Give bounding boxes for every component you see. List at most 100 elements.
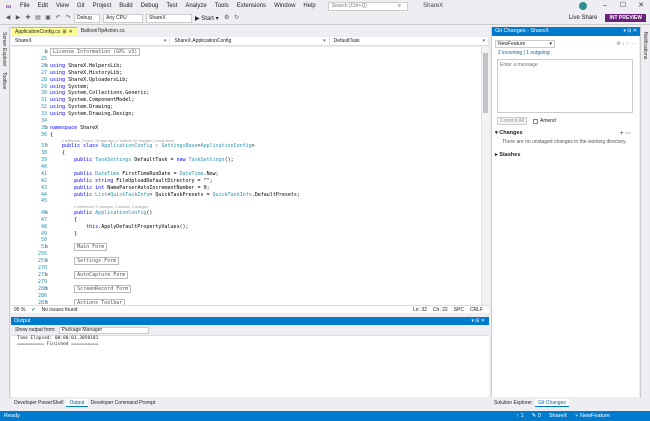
menu-item-project[interactable]: Project: [89, 0, 116, 12]
line-number: 286: [37, 292, 47, 299]
output-text[interactable]: Time Elapsed: 00:00:01.3050181 =========…: [11, 335, 489, 397]
code-line: using System.Collections.Generic;: [50, 90, 150, 97]
branch-indicator[interactable]: ⑂ NewFeature: [575, 413, 610, 419]
collapse-icon[interactable]: ⊟: [45, 125, 48, 131]
collapsed-region[interactable]: License Information (GPL v3): [50, 48, 141, 56]
open-icon[interactable]: ▤: [34, 14, 42, 22]
startup-project-select[interactable]: ShareX: [146, 13, 192, 23]
git-changes-panel: Git Changes - ShareX ▾ ⊟ ✕ NewFeature ▾ ⟳…: [491, 27, 640, 397]
menu-item-tools[interactable]: Tools: [211, 0, 233, 12]
line-number: 270: [37, 265, 47, 271]
line-number: 38: [40, 150, 47, 157]
outgoing-commits-indicator[interactable]: ↑ 1: [516, 413, 523, 419]
menu-item-view[interactable]: View: [52, 0, 73, 12]
platform-select[interactable]: Any CPU: [103, 13, 143, 23]
menu-item-git[interactable]: Git: [73, 0, 89, 12]
vertical-scrollbar[interactable]: [481, 47, 489, 305]
expand-icon[interactable]: ⊞: [45, 286, 48, 292]
collapsed-region[interactable]: Main Form: [50, 243, 108, 252]
collapsed-region[interactable]: AutoCapture Form: [50, 270, 129, 279]
bottom-tool-tabs: Developer PowerShell Output Developer Co…: [11, 399, 489, 407]
pin-icon[interactable]: ⊞: [62, 28, 66, 37]
code-line: public int NameParserAutoIncrementNumber…: [74, 184, 210, 191]
stage-all-icon[interactable]: + ⋯: [620, 130, 631, 137]
tab-balloon-tip-action[interactable]: BalloonTipAction.cs: [77, 27, 129, 36]
code-editor[interactable]: 1 ⊞ 25 26 ⊟ 27 28 29 30 31 32 33 34 35 ⊟ 36 37 ⊟ 38 39 40 41 4…: [11, 47, 489, 305]
forward-icon[interactable]: ▶: [14, 14, 22, 22]
commit-all-button[interactable]: Commit All: [497, 117, 527, 125]
menu-item-file[interactable]: File: [16, 0, 34, 12]
amend-checkbox[interactable]: [533, 118, 538, 124]
collapse-icon[interactable]: ⊟: [45, 210, 48, 216]
debug-icon[interactable]: ⚙: [223, 14, 231, 22]
undo-icon[interactable]: ↶: [54, 14, 62, 22]
member-nav-select[interactable]: DefaultTask ▾: [330, 37, 489, 45]
tab-developer-powershell[interactable]: Developer PowerShell: [11, 399, 66, 407]
collapse-icon[interactable]: ⊟: [45, 63, 48, 69]
changes-section-header[interactable]: ▾ Changes: [495, 130, 523, 136]
line-number: 30: [40, 90, 47, 97]
toolbar: ◀ ▶ ✚ ▤ ▣ ↶ ↷ Debug Any CPU ShareX ▶ Sta…: [0, 12, 650, 25]
notifications-tab[interactable]: Notifications: [642, 32, 648, 59]
tab-application-config[interactable]: ApplicationConfig.cs ⊞ ✕: [11, 27, 77, 36]
pending-changes-indicator[interactable]: ✎ 0: [532, 413, 541, 419]
hot-reload-icon[interactable]: ↻: [233, 14, 241, 22]
toolbox-tab[interactable]: Toolbox: [1, 72, 7, 89]
line-number: 36: [40, 131, 47, 138]
expand-icon[interactable]: ⊞: [45, 49, 48, 55]
redo-icon[interactable]: ↷: [64, 14, 72, 22]
new-item-icon[interactable]: ✚: [24, 14, 32, 22]
codelens-info[interactable]: 1 reference | Tryxon, 76 days ago | 2 au…: [62, 139, 174, 143]
menu-item-debug[interactable]: Debug: [137, 0, 163, 12]
incoming-outgoing-link[interactable]: 2 incoming | 1 outgoing: [498, 50, 550, 56]
menu-item-help[interactable]: Help: [299, 0, 319, 12]
expand-icon[interactable]: ⊞: [45, 272, 48, 278]
git-actions-icons[interactable]: ⟳ ↓ ↑ ⋯: [617, 41, 635, 47]
live-share-button[interactable]: Live Share: [569, 15, 598, 21]
menu-item-edit[interactable]: Edit: [34, 0, 52, 12]
code-line: this.ApplyDefaultPropertyValues();: [86, 223, 189, 230]
minimize-icon[interactable]: –: [596, 0, 614, 12]
pane-controls-icon[interactable]: ▾ ⊟ ✕: [623, 27, 637, 36]
line-number: 42: [40, 177, 47, 184]
search-input[interactable]: Search (Ctrl+Q): [327, 1, 408, 11]
close-icon[interactable]: ✕: [632, 0, 650, 12]
configuration-select[interactable]: Debug: [74, 13, 100, 23]
menu-item-extensions[interactable]: Extensions: [233, 0, 270, 12]
tab-output[interactable]: Output: [66, 399, 88, 407]
close-tab-icon[interactable]: ✕: [69, 28, 73, 37]
output-source-select[interactable]: Package Manager: [58, 326, 149, 334]
tab-git-changes[interactable]: Git Changes: [535, 399, 569, 407]
server-explorer-tab[interactable]: Server Explorer: [1, 32, 7, 67]
start-button[interactable]: ▶ Start ▾: [195, 15, 219, 22]
menu-item-build[interactable]: Build: [115, 0, 136, 12]
menu-item-test[interactable]: Test: [162, 0, 181, 12]
collapsed-region[interactable]: Settings Form: [50, 257, 120, 266]
zoom-level[interactable]: 95 %: [14, 307, 25, 313]
stashes-section-header[interactable]: ▸ Stashes: [495, 152, 520, 158]
code-line: {: [50, 150, 66, 157]
codelens-info[interactable]: 0 references | 0 changes | 0 authors, 0 …: [74, 205, 148, 209]
tab-developer-command-prompt[interactable]: Developer Command Prompt: [88, 399, 159, 407]
collapse-icon[interactable]: ⊟: [45, 143, 48, 149]
collapsed-region[interactable]: ScreenRecord Form: [50, 284, 132, 293]
project-nav-select[interactable]: ShareX ▾: [11, 37, 171, 45]
commit-message-input[interactable]: Enter a message: [497, 59, 633, 113]
branch-select[interactable]: NewFeature ▾: [495, 40, 555, 48]
save-icon[interactable]: ▣: [44, 14, 52, 22]
back-icon[interactable]: ◀: [4, 14, 12, 22]
expand-icon[interactable]: ⊞: [45, 258, 48, 264]
type-nav-select[interactable]: ShareX.ApplicationConfig ▾: [170, 37, 330, 45]
line-number: 47: [40, 216, 47, 223]
user-avatar[interactable]: [579, 2, 587, 10]
editor-status-bar: 95 % ✔ No issues found Ln: 32 Ch: 22 SPC…: [11, 305, 489, 313]
expand-icon[interactable]: ⊞: [45, 244, 48, 250]
pane-controls-icon[interactable]: ▾ ⊟ ✕: [471, 317, 485, 325]
scrollbar-thumb[interactable]: [483, 53, 488, 113]
menu-item-window[interactable]: Window: [270, 0, 299, 12]
menu-item-analyze[interactable]: Analyze: [181, 0, 210, 12]
maximize-icon[interactable]: ☐: [614, 0, 632, 12]
repository-indicator[interactable]: ShareX: [549, 413, 567, 419]
tab-solution-explorer[interactable]: Solution Explorer: [491, 399, 535, 407]
issues-status[interactable]: No issues found: [42, 307, 78, 313]
